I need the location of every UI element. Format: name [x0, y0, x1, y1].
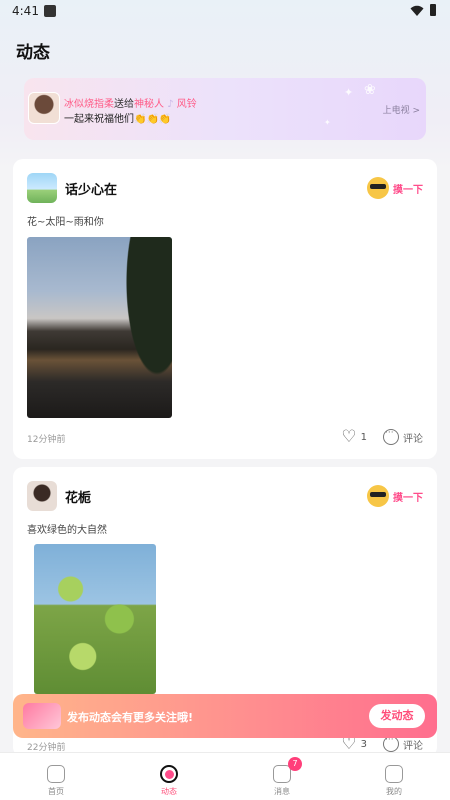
banner-verb: 送给	[114, 99, 134, 110]
comment-label: 评论	[403, 433, 423, 445]
home-icon	[47, 765, 65, 783]
heart-icon: ♡	[341, 427, 357, 447]
post-username[interactable]: 话少心在	[65, 179, 117, 198]
bell-icon: ♪	[164, 99, 177, 110]
post-photo[interactable]	[34, 544, 156, 694]
sunglasses-emoji-icon	[367, 485, 389, 507]
sparkle-icon: ✦	[344, 86, 354, 99]
banner-gift: 风铃	[176, 99, 197, 110]
gift-banner[interactable]: 冰似烧指柔送给神秘人 ♪ 风铃 一起来祝福他们👏👏👏 ✦ ✦ ❀ 上电视 >	[24, 78, 426, 140]
status-time: 4:41	[12, 4, 39, 18]
like-button[interactable]: ♡ 1	[341, 429, 367, 446]
like-button[interactable]: ♡ 3	[341, 736, 367, 753]
user-icon	[385, 765, 403, 783]
tab-home[interactable]: 首页	[0, 753, 112, 800]
megaphone-icon	[23, 703, 61, 729]
wave-label: 摸一下	[393, 492, 423, 504]
message-badge: 7	[288, 757, 302, 771]
comment-label: 评论	[403, 740, 423, 752]
comment-button[interactable]: 评论	[383, 735, 423, 752]
tab-messages[interactable]: 7 消息	[226, 753, 338, 800]
comment-icon	[383, 735, 399, 752]
tab-label: 我的	[386, 787, 402, 796]
wave-button[interactable]: 摸一下	[367, 177, 423, 199]
post-text: 花~太阳~雨和你	[27, 217, 104, 228]
post-photo[interactable]	[27, 237, 172, 418]
wifi-icon	[410, 5, 424, 16]
moments-icon	[160, 765, 178, 783]
banner-tv-link[interactable]: 上电视 >	[383, 103, 420, 116]
banner-gift-line: 冰似烧指柔送给神秘人 ♪ 风铃	[64, 95, 197, 110]
banner-sender: 冰似烧指柔	[64, 99, 114, 110]
wave-button[interactable]: 摸一下	[367, 485, 423, 507]
sunglasses-emoji-icon	[367, 177, 389, 199]
post-card[interactable]: 话少心在 摸一下 花~太阳~雨和你 12分钟前 ♡ 1 评论	[13, 159, 437, 459]
like-count: 1	[360, 432, 367, 443]
sparkle-icon: ✦	[324, 118, 331, 127]
like-count: 3	[360, 739, 367, 750]
user-avatar[interactable]	[27, 481, 57, 511]
user-avatar[interactable]	[27, 173, 57, 203]
status-bar: 4:41	[0, 0, 450, 24]
bottom-tab-bar: 首页 动态 7 消息 我的	[0, 752, 450, 800]
tab-profile[interactable]: 我的	[338, 753, 450, 800]
tab-moments[interactable]: 动态	[113, 753, 225, 800]
banner-receiver: 神秘人	[134, 99, 164, 110]
post-username[interactable]: 花栀	[65, 487, 91, 506]
publish-prompt-bar[interactable]: 发布动态会有更多关注哦! 发动态	[13, 694, 437, 738]
comment-icon	[383, 428, 399, 445]
publish-prompt-text: 发布动态会有更多关注哦!	[67, 711, 194, 724]
publish-post-button[interactable]: 发动态	[369, 704, 425, 728]
post-text: 喜欢绿色的大自然	[27, 525, 107, 536]
tab-label: 首页	[48, 787, 64, 796]
butterfly-icon: ❀	[364, 82, 376, 98]
banner-blessing: 一起来祝福他们👏👏👏	[64, 114, 172, 125]
battery-icon	[430, 4, 436, 16]
page-title: 动态	[16, 43, 50, 63]
banner-avatar	[28, 92, 60, 124]
post-time: 12分钟前	[27, 435, 66, 445]
app-notification-icon	[44, 5, 56, 17]
tab-label: 动态	[161, 787, 177, 796]
comment-button[interactable]: 评论	[383, 428, 423, 445]
heart-icon: ♡	[341, 734, 357, 754]
wave-label: 摸一下	[393, 184, 423, 196]
tab-label: 消息	[274, 787, 290, 796]
